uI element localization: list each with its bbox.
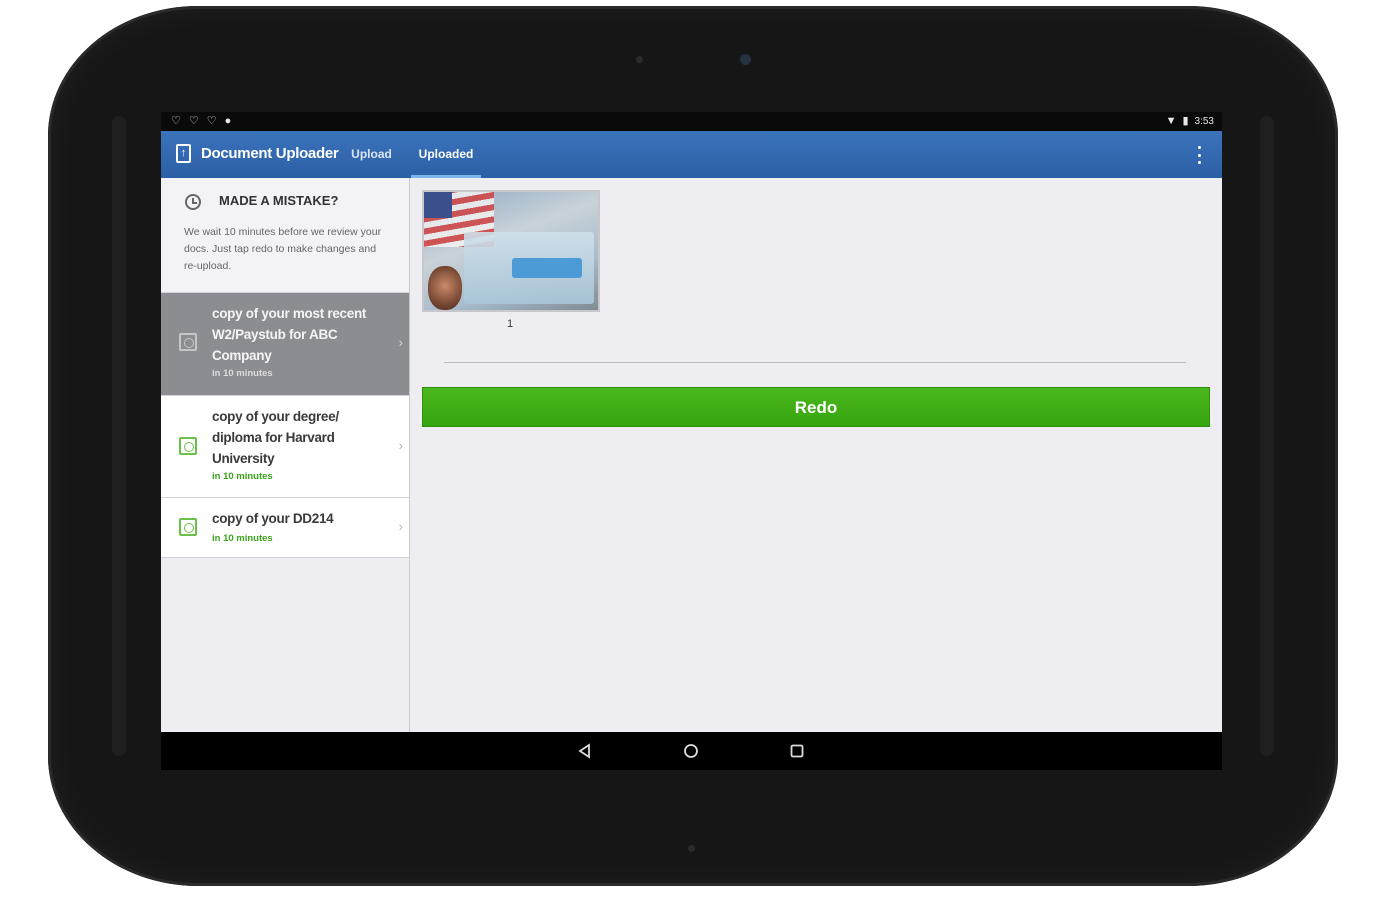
document-label: copy of your most recent W2/Paystub for …	[212, 306, 367, 363]
document-label: copy of your degree/ diploma for Harvard…	[212, 409, 339, 466]
navigation-bar	[161, 732, 1222, 770]
divider	[444, 362, 1186, 363]
document-item-w2[interactable]: copy of your most recent W2/Paystub for …	[161, 293, 409, 396]
document-item-dd214[interactable]: copy of your DD214 in 10 minutes ›	[161, 498, 409, 558]
uploaded-image-thumbnail[interactable]	[422, 190, 600, 312]
location-icon: ●	[224, 115, 232, 127]
chevron-right-icon: ›	[398, 519, 403, 534]
upload-detail-panel: 1 Redo	[410, 178, 1222, 732]
front-camera	[740, 54, 751, 65]
recents-icon[interactable]	[786, 740, 808, 762]
left-speaker-grille	[112, 116, 126, 756]
document-time: in 10 minutes	[212, 368, 273, 379]
document-time: in 10 minutes	[212, 533, 273, 544]
overflow-menu-icon[interactable]	[1198, 146, 1202, 164]
app-bar: ↑ Document Uploader Upload Uploaded	[161, 131, 1222, 178]
status-time: 3:53	[1194, 115, 1214, 127]
image-icon	[179, 437, 197, 455]
right-speaker-grille	[1260, 116, 1274, 756]
notification-icon: ♡	[188, 115, 199, 127]
notification-icon: ♡	[206, 115, 217, 127]
thumbnail-caption: 1	[507, 318, 514, 330]
chevron-right-icon: ›	[398, 438, 403, 453]
wifi-icon: ▼	[1165, 115, 1177, 127]
tab-uploaded[interactable]: Uploaded	[411, 131, 481, 178]
light-sensor	[636, 56, 643, 63]
home-icon[interactable]	[680, 740, 702, 762]
document-time: in 10 minutes	[212, 471, 273, 482]
document-item-diploma[interactable]: copy of your degree/ diploma for Harvard…	[161, 396, 409, 498]
tab-upload[interactable]: Upload	[344, 131, 399, 178]
mistake-notice: MADE A MISTAKE? We wait 10 minutes befor…	[161, 178, 409, 293]
document-label: copy of your DD214	[212, 511, 334, 526]
notification-icon: ♡	[171, 115, 181, 127]
notice-title: MADE A MISTAKE?	[219, 193, 339, 208]
chevron-right-icon: ›	[398, 335, 403, 350]
clock-icon	[185, 194, 201, 210]
back-icon[interactable]	[574, 740, 596, 762]
content-area: MADE A MISTAKE? We wait 10 minutes befor…	[161, 178, 1222, 732]
app-title: Document Uploader	[201, 145, 339, 162]
notification-led	[688, 845, 695, 852]
document-upload-icon: ↑	[176, 144, 191, 163]
device-screen: ♡ ♡ ♡ ● ▼ ▮ 3:53 ↑ Document Uploader Upl…	[161, 112, 1222, 770]
redo-button[interactable]: Redo	[422, 387, 1210, 427]
document-sidebar: MADE A MISTAKE? We wait 10 minutes befor…	[161, 178, 410, 732]
image-icon	[179, 518, 197, 536]
battery-icon: ▮	[1182, 115, 1189, 127]
notice-body: We wait 10 minutes before we review your…	[184, 226, 382, 272]
status-bar: ♡ ♡ ♡ ● ▼ ▮ 3:53	[161, 112, 1222, 131]
image-icon	[179, 333, 197, 351]
